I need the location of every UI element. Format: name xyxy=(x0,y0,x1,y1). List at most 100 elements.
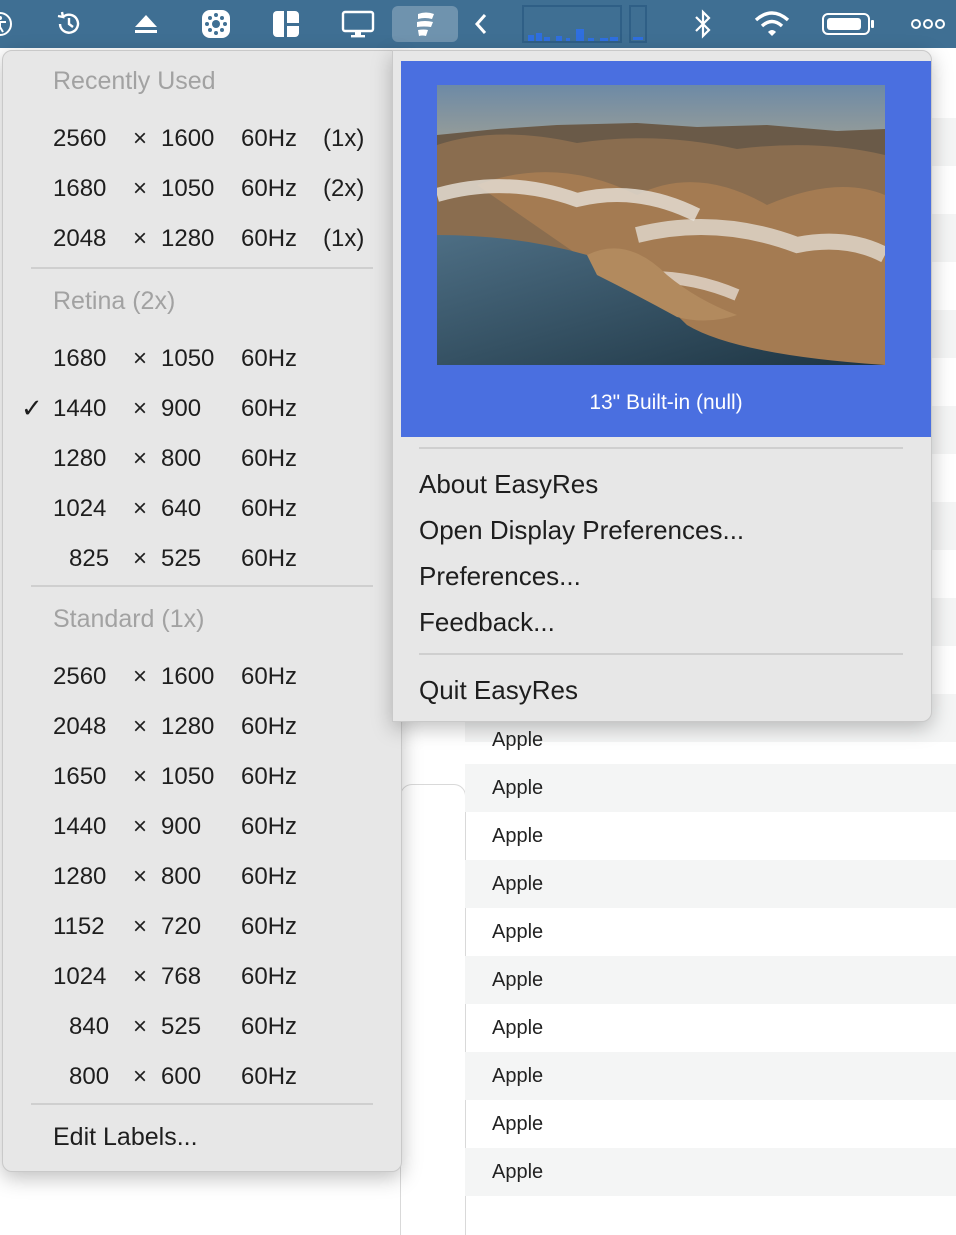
resolution-width: 840 xyxy=(69,1013,110,1040)
resolution-width: 1280 xyxy=(53,863,107,890)
refresh-rate: 60Hz xyxy=(241,913,298,940)
accessibility-icon[interactable] xyxy=(0,6,14,42)
bluetooth-icon[interactable] xyxy=(690,6,716,42)
resolution-item[interactable]: 1280 × 800 60Hz xyxy=(3,855,401,899)
battery-icon[interactable] xyxy=(820,6,878,42)
table-row[interactable]: Apple xyxy=(465,956,956,1004)
refresh-rate: 60Hz xyxy=(241,863,298,890)
resolution-item[interactable]: 1024 × 640 60Hz xyxy=(3,487,401,531)
resolution-height: 1050 xyxy=(161,763,215,790)
resolution-item[interactable]: 1680 × 1050 60Hz xyxy=(3,337,401,381)
easyres-icon[interactable] xyxy=(392,6,458,42)
resolution-item[interactable]: 2048 × 1280 60Hz xyxy=(3,705,401,749)
times-sign: × xyxy=(133,395,148,422)
refresh-rate: 60Hz xyxy=(241,663,298,690)
row-label: Apple xyxy=(492,1161,544,1183)
times-sign: × xyxy=(133,713,148,740)
table-row[interactable]: Apple xyxy=(465,1004,956,1052)
easyres-menu: 13" Built-in (null) About EasyRes Open D… xyxy=(392,50,932,722)
resolution-item[interactable]: 1024 × 768 60Hz xyxy=(3,955,401,999)
resolution-width: 1440 xyxy=(53,395,107,422)
chevron-left-icon[interactable] xyxy=(470,6,492,42)
refresh-rate: 60Hz xyxy=(241,225,298,252)
resolution-item[interactable]: 2048 × 1280 60Hz (1x) xyxy=(3,217,401,261)
resolution-item[interactable]: 1280 × 800 60Hz xyxy=(3,437,401,481)
resolution-width: 1650 xyxy=(53,763,107,790)
times-sign: × xyxy=(133,1013,148,1040)
checkmark-icon: ✓ xyxy=(21,393,43,423)
times-sign: × xyxy=(133,345,148,372)
resolution-width: 1024 xyxy=(53,495,107,522)
row-label: Apple xyxy=(492,969,544,991)
table-row[interactable]: Apple xyxy=(465,764,956,812)
resolution-width: 2560 xyxy=(53,125,107,152)
control-center-icon[interactable] xyxy=(198,6,234,42)
resolution-width: 800 xyxy=(69,1063,110,1090)
resolution-width: 825 xyxy=(69,545,110,572)
resolution-width: 2048 xyxy=(53,225,107,252)
resolution-width: 1680 xyxy=(53,345,107,372)
refresh-rate: 60Hz xyxy=(241,445,298,472)
refresh-rate: 60Hz xyxy=(241,763,298,790)
refresh-rate: 60Hz xyxy=(241,813,298,840)
activity-graph-icon[interactable] xyxy=(522,5,650,43)
table-row[interactable]: Apple xyxy=(465,812,956,860)
table-row[interactable]: Apple xyxy=(465,860,956,908)
resolution-item[interactable]: 1680 × 1050 60Hz (2x) xyxy=(3,167,401,211)
resolution-item[interactable]: 2560 × 1600 60Hz (1x) xyxy=(3,117,401,161)
table-row[interactable]: Apple xyxy=(465,1148,956,1196)
eject-icon[interactable] xyxy=(130,6,162,42)
resolution-height: 1050 xyxy=(161,345,215,372)
row-label: Apple xyxy=(492,873,544,895)
resolution-height: 900 xyxy=(161,813,202,840)
display-name: 13" Built-in (null) xyxy=(589,391,743,414)
resolution-item[interactable]: 800 × 600 60Hz xyxy=(3,1055,401,1099)
about-menu-item[interactable]: About EasyRes xyxy=(419,469,598,500)
section-title: Standard (1x) xyxy=(53,605,205,633)
display-card[interactable]: 13" Built-in (null) xyxy=(401,61,931,437)
refresh-rate: 60Hz xyxy=(241,963,298,990)
menu-bar xyxy=(0,0,956,48)
resolution-item[interactable]: 1440 × 900 60Hz ✓ xyxy=(3,387,401,431)
resolution-item[interactable]: 1152 × 720 60Hz xyxy=(3,905,401,949)
resolution-item[interactable]: 825 × 525 60Hz xyxy=(3,537,401,581)
resolution-item[interactable]: 840 × 525 60Hz xyxy=(3,1005,401,1049)
display-icon[interactable] xyxy=(340,6,376,42)
resolution-height: 1280 xyxy=(161,225,215,252)
open-display-preferences-menu-item[interactable]: Open Display Preferences... xyxy=(419,515,744,546)
edit-labels-menu-item[interactable]: Edit Labels... xyxy=(53,1123,198,1152)
time-machine-icon[interactable] xyxy=(52,6,86,42)
resolution-height: 800 xyxy=(161,863,202,890)
window-layout-icon[interactable] xyxy=(270,6,302,42)
times-sign: × xyxy=(133,813,148,840)
more-icon[interactable] xyxy=(908,6,948,42)
resolution-item[interactable]: 1440 × 900 60Hz xyxy=(3,805,401,849)
table-row[interactable]: Apple xyxy=(465,1052,956,1100)
wallpaper-image xyxy=(437,85,885,365)
refresh-rate: 60Hz xyxy=(241,175,298,202)
row-label: Apple xyxy=(492,1113,544,1135)
quit-menu-item[interactable]: Quit EasyRes xyxy=(419,675,578,706)
times-sign: × xyxy=(133,495,148,522)
menu-separator xyxy=(419,447,903,449)
resolution-height: 768 xyxy=(161,963,202,990)
table-row[interactable]: Apple xyxy=(465,1100,956,1148)
feedback-menu-item[interactable]: Feedback... xyxy=(419,607,555,638)
table-row[interactable]: Apple xyxy=(465,908,956,956)
menu-separator xyxy=(31,585,373,587)
times-sign: × xyxy=(133,225,148,252)
refresh-rate: 60Hz xyxy=(241,495,298,522)
resolution-item[interactable]: 2560 × 1600 60Hz xyxy=(3,655,401,699)
table-row[interactable]: Apple xyxy=(465,716,956,764)
preferences-menu-item[interactable]: Preferences... xyxy=(419,561,581,592)
refresh-rate: 60Hz xyxy=(241,395,298,422)
resolution-item[interactable]: 1650 × 1050 60Hz xyxy=(3,755,401,799)
row-label: Apple xyxy=(492,1017,544,1039)
refresh-rate: 60Hz xyxy=(241,345,298,372)
wifi-icon[interactable] xyxy=(752,6,792,42)
resolution-height: 640 xyxy=(161,495,202,522)
resolution-width: 1680 xyxy=(53,175,107,202)
resolution-width: 1440 xyxy=(53,813,107,840)
times-sign: × xyxy=(133,545,148,572)
resolution-height: 720 xyxy=(161,913,202,940)
